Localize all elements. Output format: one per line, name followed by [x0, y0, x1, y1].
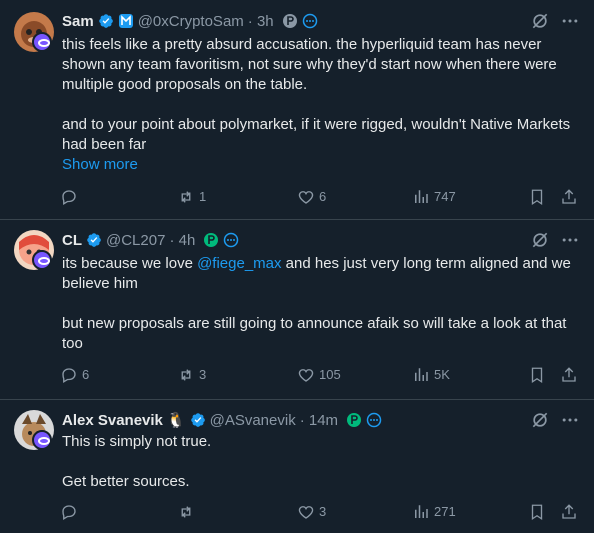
tweet[interactable]: CL @CL207 · 4h its because we love @fieg…: [0, 220, 594, 400]
bookmark-icon: [528, 503, 546, 521]
circle-dots-icon: [224, 232, 239, 248]
like-icon: [297, 366, 315, 384]
badge-icon: [204, 233, 219, 247]
reply-icon: [60, 188, 78, 206]
verified-icon: [98, 13, 114, 29]
tweet-header: Sam @0xCryptoSam · 3h: [62, 11, 580, 31]
tweet-text: its because we love @fiege_max and hes j…: [62, 254, 578, 354]
display-name[interactable]: Sam: [62, 13, 94, 30]
bookmark-button[interactable]: [528, 188, 550, 206]
grok-icon[interactable]: [530, 11, 550, 31]
repost-button[interactable]: 1: [177, 188, 206, 206]
tweet-actions: 3 271: [60, 503, 580, 523]
repost-icon: [177, 503, 195, 521]
reply-button[interactable]: [60, 503, 82, 521]
timestamp[interactable]: · 3h: [248, 13, 274, 30]
affiliate-avatar-badge: [32, 430, 52, 450]
grok-icon[interactable]: [530, 410, 550, 430]
display-name[interactable]: CL: [62, 232, 82, 249]
badge-icon: [347, 413, 362, 427]
more-icon[interactable]: [560, 11, 580, 31]
share-button[interactable]: [560, 188, 582, 206]
share-icon: [560, 188, 578, 206]
handle[interactable]: @ASvanevik: [210, 412, 296, 429]
repost-button[interactable]: 3: [177, 366, 206, 384]
tweet-header: Alex Svanevik 🐧 @ASvanevik · 14m: [62, 410, 580, 430]
share-button[interactable]: [560, 366, 582, 384]
reply-button[interactable]: [60, 188, 82, 206]
handle[interactable]: @0xCryptoSam: [138, 13, 244, 30]
affiliate-avatar-badge: [32, 32, 52, 52]
tweet-text: This is simply not true. Get better sour…: [62, 432, 578, 492]
more-icon[interactable]: [560, 230, 580, 250]
tweet-paragraph: its because we love @fiege_max and hes j…: [62, 255, 571, 292]
repost-icon: [177, 366, 195, 384]
share-icon: [560, 366, 578, 384]
tweet-actions: 1 6 747: [60, 188, 580, 208]
tweet[interactable]: Alex Svanevik 🐧 @ASvanevik · 14m This is…: [0, 400, 594, 533]
tweet-text: this feels like a pretty absurd accusati…: [62, 35, 578, 175]
bookmark-icon: [528, 366, 546, 384]
penguin-emoji: 🐧: [166, 412, 186, 429]
badge-icon: [282, 14, 297, 28]
repost-button[interactable]: [177, 503, 199, 521]
timestamp[interactable]: · 4h: [169, 232, 195, 249]
timestamp[interactable]: · 14m: [300, 412, 338, 429]
reply-icon: [60, 366, 78, 384]
views-button[interactable]: 5K: [412, 366, 450, 384]
circle-dots-icon: [366, 412, 382, 428]
show-more-link[interactable]: Show more: [62, 156, 138, 173]
tweet-paragraph: Get better sources.: [62, 473, 190, 490]
grok-icon[interactable]: [530, 230, 550, 250]
views-button[interactable]: 747: [412, 188, 456, 206]
views-icon: [412, 366, 430, 384]
like-button[interactable]: 3: [297, 503, 326, 521]
like-icon: [297, 503, 315, 521]
like-icon: [297, 188, 315, 206]
tweet-actions: 6 3 105 5K: [60, 366, 580, 386]
affiliate-badge-icon[interactable]: [118, 13, 134, 29]
views-icon: [412, 188, 430, 206]
more-icon[interactable]: [560, 410, 580, 430]
mention-link[interactable]: @fiege_max: [197, 255, 281, 272]
verified-icon: [86, 232, 102, 248]
reply-icon: [60, 503, 78, 521]
bookmark-button[interactable]: [528, 503, 550, 521]
display-name[interactable]: Alex Svanevik: [62, 412, 163, 429]
tweet-paragraph: this feels like a pretty absurd accusati…: [62, 36, 557, 93]
like-button[interactable]: 6: [297, 188, 326, 206]
bookmark-icon: [528, 188, 546, 206]
affiliate-avatar-badge: [32, 250, 52, 270]
circle-dots-icon: [302, 13, 317, 29]
bookmark-button[interactable]: [528, 366, 550, 384]
verified-icon: [190, 412, 206, 428]
tweet-header: CL @CL207 · 4h: [62, 230, 580, 250]
tweet-paragraph: but new proposals are still going to ann…: [62, 315, 567, 352]
views-icon: [412, 503, 430, 521]
like-button[interactable]: 105: [297, 366, 341, 384]
share-button[interactable]: [560, 503, 582, 521]
tweet[interactable]: Sam @0xCryptoSam · 3h this feels like a …: [0, 0, 594, 220]
tweet-paragraph: and to your point about polymarket, if i…: [62, 116, 571, 153]
reply-button[interactable]: 6: [60, 366, 89, 384]
tweet-paragraph: This is simply not true.: [62, 433, 212, 450]
repost-icon: [177, 188, 195, 206]
share-icon: [560, 503, 578, 521]
views-button[interactable]: 271: [412, 503, 456, 521]
handle[interactable]: @CL207: [106, 232, 165, 249]
